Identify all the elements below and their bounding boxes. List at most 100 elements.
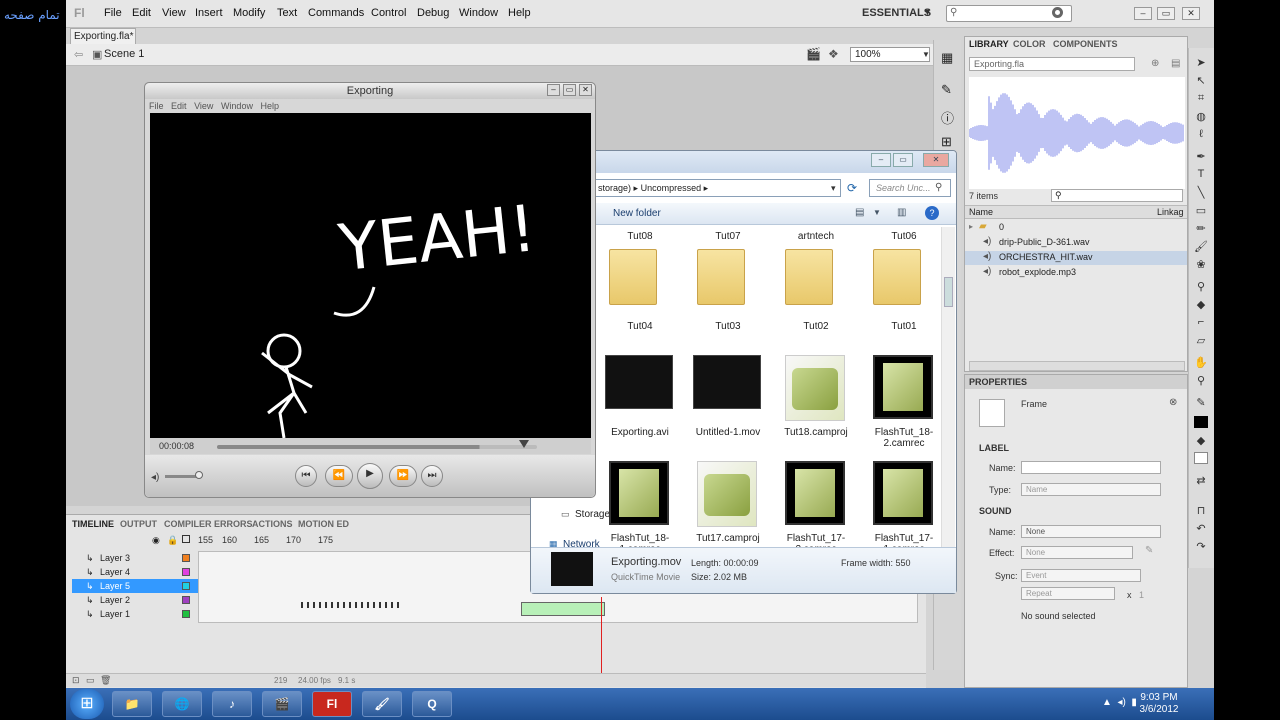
- go-to-start-button[interactable]: ⏮: [295, 465, 317, 487]
- tab-output[interactable]: OUTPUT: [120, 519, 157, 529]
- qt-menu-help[interactable]: Help: [260, 101, 279, 111]
- library-document-select[interactable]: Exporting.fla: [969, 57, 1135, 71]
- new-folder-icon[interactable]: ▭: [86, 675, 95, 686]
- straighten-icon[interactable]: ↷: [1194, 540, 1208, 554]
- menu-window[interactable]: Window: [459, 7, 498, 19]
- menu-modify[interactable]: Modify: [233, 7, 265, 19]
- video-frame[interactable]: YEAH!: [150, 113, 591, 439]
- eye-icon[interactable]: ◉: [152, 535, 160, 546]
- label-section-title[interactable]: LABEL: [979, 443, 1009, 453]
- new-library-icon[interactable]: ▤: [1171, 58, 1180, 69]
- info-icon[interactable]: ⓘ: [941, 108, 954, 127]
- explorer-taskbar-icon[interactable]: 📁: [112, 691, 152, 717]
- label-type-select[interactable]: Name: [1021, 483, 1161, 496]
- qt-menu-file[interactable]: File: [149, 101, 164, 111]
- pen-tool-icon[interactable]: ✒: [1194, 150, 1208, 164]
- eraser-tool-icon[interactable]: ▱: [1194, 334, 1208, 348]
- chevron-down-icon[interactable]: ▼: [923, 7, 932, 17]
- pencil-tool-icon[interactable]: ✏: [1194, 222, 1208, 236]
- library-scrollbar[interactable]: [969, 361, 1185, 371]
- new-layer-icon[interactable]: ⊡: [72, 675, 80, 686]
- edit-scene-icon[interactable]: 🎬: [806, 47, 821, 61]
- frame-name-input[interactable]: [1021, 461, 1161, 474]
- start-button[interactable]: ⊞: [70, 689, 104, 719]
- volume-icon[interactable]: ◂): [151, 472, 159, 483]
- align-icon[interactable]: ⊞: [941, 134, 952, 150]
- search-options-icon[interactable]: [1052, 7, 1063, 18]
- tab-actions[interactable]: ACTIONS: [252, 519, 293, 529]
- volume-thumb[interactable]: [195, 471, 203, 479]
- layer-color-swatch[interactable]: [182, 554, 190, 562]
- menu-file[interactable]: File: [104, 7, 122, 19]
- delete-layer-icon[interactable]: 🗑: [100, 675, 111, 686]
- back-arrow-icon[interactable]: ⇦: [74, 48, 83, 61]
- eyedropper-tool-icon[interactable]: ⌐: [1194, 316, 1208, 330]
- restore-button[interactable]: ▭: [893, 153, 913, 167]
- seek-thumb[interactable]: [519, 440, 529, 448]
- current-frame[interactable]: 219: [274, 676, 287, 685]
- menu-edit[interactable]: Edit: [132, 7, 151, 19]
- layer-color-swatch[interactable]: [182, 568, 190, 576]
- layer-color-swatch[interactable]: [182, 610, 190, 618]
- layer-color-swatch[interactable]: [182, 582, 190, 590]
- rewind-button[interactable]: ⏪: [325, 465, 353, 487]
- subselection-tool-icon[interactable]: ↖: [1194, 74, 1208, 88]
- list-item[interactable]: ◂) ORCHESTRA_HIT.wav: [965, 251, 1187, 265]
- rectangle-tool-icon[interactable]: ▭: [1194, 204, 1208, 218]
- smooth-icon[interactable]: ↶: [1194, 522, 1208, 536]
- address-bar[interactable]: storage) ▸ Uncompressed ▸: [595, 179, 841, 197]
- restore-button[interactable]: ▭: [1157, 7, 1175, 20]
- 3d-rotation-tool-icon[interactable]: ◍: [1194, 110, 1208, 124]
- list-item[interactable]: ◂) robot_explode.mp3: [965, 266, 1187, 280]
- line-tool-icon[interactable]: ╲: [1194, 186, 1208, 200]
- view-options-icon[interactable]: ▤: [855, 207, 864, 218]
- snap-to-objects-icon[interactable]: ⊓: [1194, 504, 1208, 518]
- workspace-switcher[interactable]: ESSENTIALS: [862, 7, 931, 19]
- help-icon[interactable]: ⊗: [1169, 397, 1177, 408]
- file-grid-scrollbar[interactable]: [941, 227, 955, 547]
- quicktime-taskbar-icon[interactable]: Q: [412, 691, 452, 717]
- tab-components[interactable]: COMPONENTS: [1053, 39, 1118, 49]
- menu-control[interactable]: Control: [371, 7, 406, 19]
- menu-insert[interactable]: Insert: [195, 7, 223, 19]
- zoom-select[interactable]: 100%: [850, 47, 930, 62]
- effect-select[interactable]: None: [1021, 546, 1133, 559]
- overlay-fullscreen-text[interactable]: تمام صفحه: [4, 8, 60, 22]
- expand-arrow-icon[interactable]: ▸: [969, 222, 973, 231]
- close-button[interactable]: ✕: [1182, 7, 1200, 20]
- tab-motion-editor[interactable]: MOTION ED: [298, 519, 349, 529]
- menu-commands[interactable]: Commands: [308, 7, 364, 19]
- zoom-tool-icon[interactable]: ⚲: [1194, 374, 1208, 388]
- tab-compiler-errors[interactable]: COMPILER ERRORS: [164, 519, 253, 529]
- minimize-button[interactable]: –: [871, 153, 891, 167]
- fill-color-icon[interactable]: ◆: [1194, 434, 1208, 448]
- hand-tool-icon[interactable]: ✋: [1194, 356, 1208, 370]
- menu-view[interactable]: View: [162, 7, 186, 19]
- close-button[interactable]: ✕: [579, 84, 592, 96]
- new-folder-button[interactable]: New folder: [613, 208, 661, 219]
- outline-icon[interactable]: [182, 535, 190, 543]
- go-to-end-button[interactable]: ⏭: [421, 465, 443, 487]
- chevron-down-icon[interactable]: ▼: [873, 208, 881, 217]
- text-tool-icon[interactable]: T: [1194, 168, 1208, 182]
- stroke-color-icon[interactable]: ✎: [1194, 396, 1208, 410]
- column-name[interactable]: Name: [969, 207, 993, 217]
- breadcrumb-uncompressed[interactable]: Uncompressed: [641, 183, 702, 193]
- refresh-icon[interactable]: ⟳: [847, 181, 857, 195]
- menu-text[interactable]: Text: [277, 7, 297, 19]
- repeat-count[interactable]: 1: [1139, 590, 1144, 600]
- chevron-down-icon[interactable]: ▼: [922, 50, 930, 59]
- lasso-tool-icon[interactable]: ℓ: [1194, 128, 1208, 142]
- sync-select[interactable]: Event: [1021, 569, 1141, 582]
- tween-span[interactable]: [521, 602, 605, 616]
- media-taskbar-icon[interactable]: 🎬: [262, 691, 302, 717]
- bone-tool-icon[interactable]: ⚲: [1194, 280, 1208, 294]
- playhead[interactable]: [601, 597, 602, 685]
- menu-help[interactable]: Help: [508, 7, 531, 19]
- keyframes[interactable]: [301, 602, 401, 608]
- library-search-input[interactable]: ⚲: [1051, 189, 1183, 202]
- pin-icon[interactable]: ⊕: [1151, 58, 1159, 69]
- close-button[interactable]: ✕: [923, 153, 949, 167]
- qt-menu-view[interactable]: View: [194, 101, 213, 111]
- tab-timeline[interactable]: TIMELINE: [72, 519, 114, 529]
